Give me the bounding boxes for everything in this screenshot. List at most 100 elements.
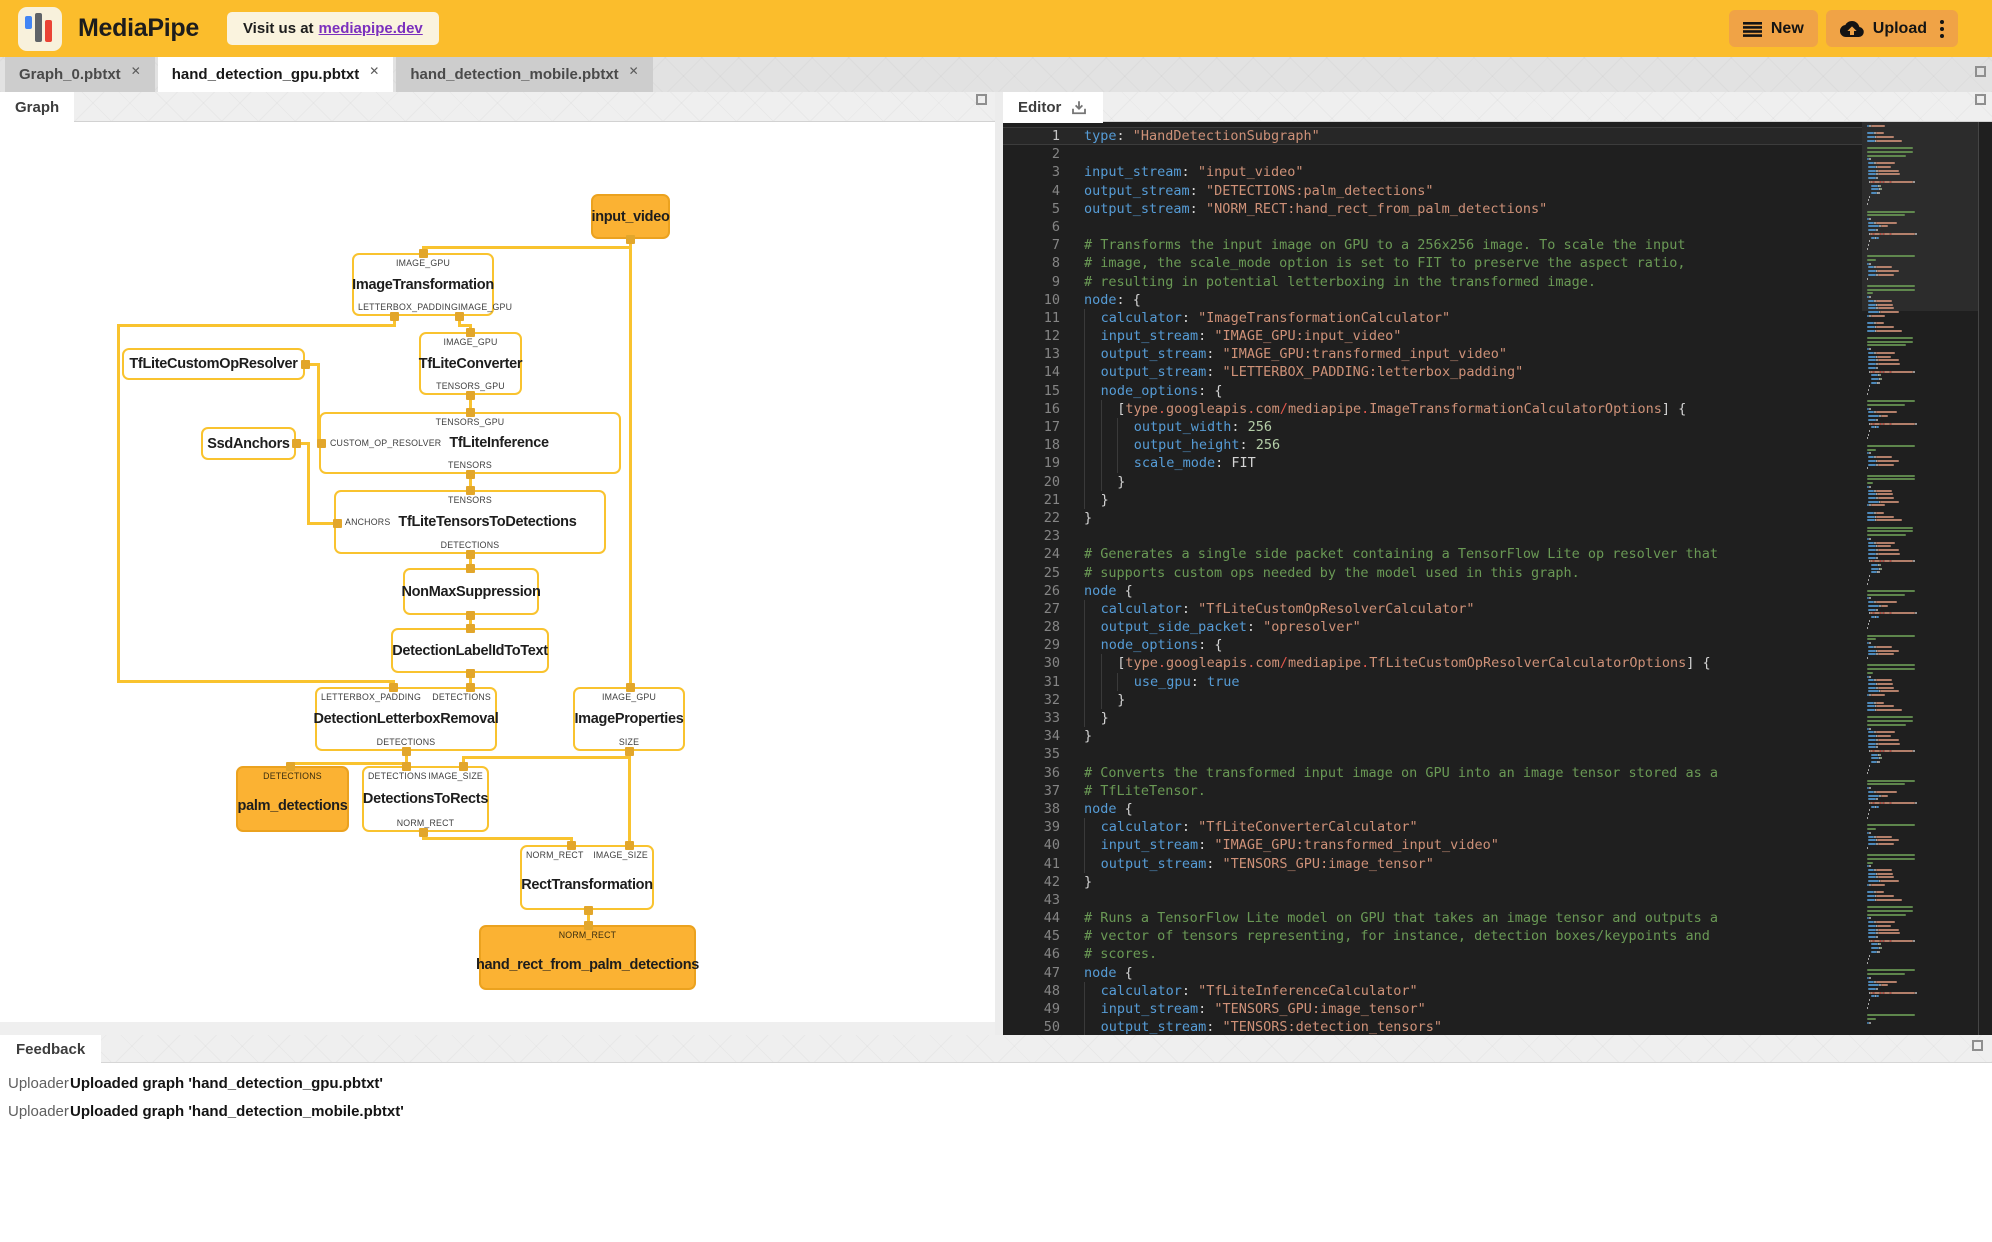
minimap-line [1870, 761, 1877, 764]
minimap-line [1867, 154, 1907, 157]
minimap-line [1880, 377, 1882, 380]
minimap-line [1867, 816, 1868, 819]
code-line-33: 33} [1043, 709, 1109, 728]
minimap-line [1868, 307, 1877, 310]
code-line-1: 1 type: "HandDetectionSubgraph" [1003, 127, 1862, 146]
code-line-8: 8 # image, the scale_mode option is set t… [1051, 255, 1686, 272]
minimap-line [1868, 928, 1877, 931]
graph-canvas[interactable]: input_video IMAGE_GPU ImageTransformation L… [0, 122, 995, 1022]
close-tab-icon[interactable]: ✕ [629, 64, 639, 78]
tab-graph[interactable]: Graph [0, 92, 75, 123]
graph-node-input_video[interactable]: input_video [591, 194, 670, 239]
upload-menu-kebab-icon[interactable] [1940, 19, 1944, 38]
output-port-label: IMAGE_GPU [458, 302, 513, 312]
minimap-line [1869, 787, 1871, 790]
minimap-line [1876, 426, 1879, 429]
download-icon[interactable] [1070, 99, 1088, 117]
file-tab-hand_detection_gpu.pbtxt[interactable]: hand_detection_gpu.pbtxt ✕ [157, 57, 394, 92]
minimap-line [1867, 716, 1913, 719]
file-tab-Graph_0.pbtxt[interactable]: Graph_0.pbtxt ✕ [5, 57, 155, 92]
minimap-line [1867, 828, 1877, 831]
minimap-line [1890, 370, 1913, 373]
minimap-line [1875, 679, 1893, 682]
maximize-editor-panel-icon[interactable] [1975, 94, 1986, 105]
input-port-label: IMAGE_GPU [443, 337, 498, 347]
minimap-line [1876, 872, 1894, 875]
minimap-line [1876, 270, 1899, 273]
minimap-line [1867, 210, 1916, 213]
minimap-line [1867, 656, 1868, 659]
minimap-line [1877, 307, 1895, 310]
port-square [465, 327, 475, 337]
file-tab-hand_detection_mobile.pbtxt[interactable]: hand_detection_mobile.pbtxt ✕ [396, 57, 653, 92]
new-button[interactable]: New [1728, 10, 1818, 47]
graph-node-palm_detections[interactable]: DETECTIONS palm_detections [236, 766, 349, 832]
graph-node-ImageProperties[interactable]: IMAGE_GPU ImageProperties SIZE [573, 687, 685, 751]
mediapipe-dev-link[interactable]: mediapipe.dev [319, 20, 423, 37]
minimap-line [1875, 229, 1878, 232]
close-tab-icon[interactable]: ✕ [131, 64, 141, 78]
code-editor[interactable]: 1 type: "HandDetectionSubgraph" 2 3 input_st… [1003, 122, 1992, 1035]
graph-node-ImageTransformation[interactable]: IMAGE_GPU ImageTransformation LETTERBOX_PA… [352, 253, 512, 316]
port-square [465, 549, 475, 559]
minimap-line [1869, 1021, 1871, 1024]
minimap-line [1870, 504, 1885, 507]
minimap-line [1880, 757, 1882, 760]
minimap-line [1869, 976, 1871, 979]
tab-editor[interactable]: Editor [1003, 92, 1104, 123]
minimap-line [1867, 906, 1913, 909]
code-line-9: 9 # resulting in potential letterboxing i… [1051, 273, 1597, 290]
minimap-line [1867, 478, 1915, 481]
minimap-line [1869, 597, 1871, 600]
minimap-line [1876, 515, 1894, 518]
editor-minimap[interactable] [1862, 122, 1978, 1035]
minimap-line [1870, 883, 1885, 886]
minimap-line [1868, 876, 1877, 879]
node-label: DetectionsToRects [362, 791, 489, 807]
minimap-line [1880, 794, 1889, 797]
minimap-line [1867, 437, 1868, 440]
close-tab-icon[interactable]: ✕ [369, 64, 379, 78]
graph-node-TfLiteInference[interactable]: TENSORS_GPU CUSTOM_OP_RESOLVER TfLiteInfer… [319, 412, 621, 474]
graph-panel: Graph input_video IMAGE_GPU ImageTransform… [0, 92, 995, 1035]
port-square [465, 682, 475, 692]
minimap-line [1869, 727, 1872, 730]
graph-node-TfLiteCustomOpResolver[interactable]: TfLiteCustomOpResolver [122, 348, 305, 380]
minimap-line [1867, 511, 1875, 514]
code-line-41: 41 output_stream: "TENSORS_GPU:image_tens… [1043, 854, 1434, 873]
maximize-feedback-panel-icon[interactable] [1972, 1040, 1983, 1051]
maximize-tabbar-icon[interactable] [1975, 66, 1986, 77]
graph-node-hand_rect_from_palm_detections[interactable]: NORM_RECT hand_rect_from_palm_detections [476, 925, 699, 990]
minimap-line [1868, 493, 1876, 496]
minimap-line [1868, 988, 1876, 991]
graph-node-DetectionsToRects[interactable]: DETECTIONS IMAGE_SIZE DetectionsToRects NOR… [362, 766, 489, 832]
upload-button[interactable]: Upload [1825, 10, 1958, 47]
minimap-line [1870, 753, 1879, 756]
tab-feedback[interactable]: Feedback [0, 1035, 102, 1064]
code-line-28: 28 output_side_packet: "opresolver" [1043, 618, 1361, 637]
graph-node-TfLiteTensorsToDetections[interactable]: TENSORS ANCHORS TfLiteTensorsToDetections D… [334, 490, 606, 554]
graph-node-SsdAnchors[interactable]: SsdAnchors [201, 427, 296, 460]
editor-scrollbar[interactable] [1978, 122, 1979, 1035]
minimap-line [1875, 541, 1895, 544]
minimap-line [1868, 935, 1876, 938]
input-port-label: TENSORS_GPU [435, 417, 505, 427]
minimap-line [1868, 649, 1876, 652]
graph-node-DetectionLabelIdToText[interactable]: DetectionLabelIdToText [391, 628, 549, 673]
file-tab-bar: Graph_0.pbtxt ✕ hand_detection_gpu.pbtxt ✕ h… [0, 57, 1992, 92]
minimap-line [1875, 869, 1893, 871]
minimap-line [1870, 571, 1877, 574]
graph-node-NonMaxSuppression[interactable]: NonMaxSuppression [401, 568, 541, 615]
graph-node-TfLiteConverter[interactable]: IMAGE_GPU TfLiteConverter TENSORS_GPU [419, 332, 523, 395]
maximize-graph-panel-icon[interactable] [976, 94, 987, 105]
minimap-line [1867, 909, 1913, 912]
minimap-line [1867, 846, 1868, 849]
minimap-line [1890, 612, 1915, 615]
minimap-line [1877, 363, 1901, 366]
minimap-line [1869, 917, 1872, 920]
graph-node-RectTransformation[interactable]: NORM_RECT IMAGE_SIZE RectTransformation [520, 845, 654, 910]
port-square [454, 311, 464, 321]
minimap-line [1867, 723, 1907, 726]
visit-us-pill: Visit us at mediapipe.dev [226, 12, 439, 45]
graph-node-DetectionLetterboxRemoval[interactable]: LETTERBOX_PADDING DETECTIONS DetectionLett… [313, 687, 499, 751]
